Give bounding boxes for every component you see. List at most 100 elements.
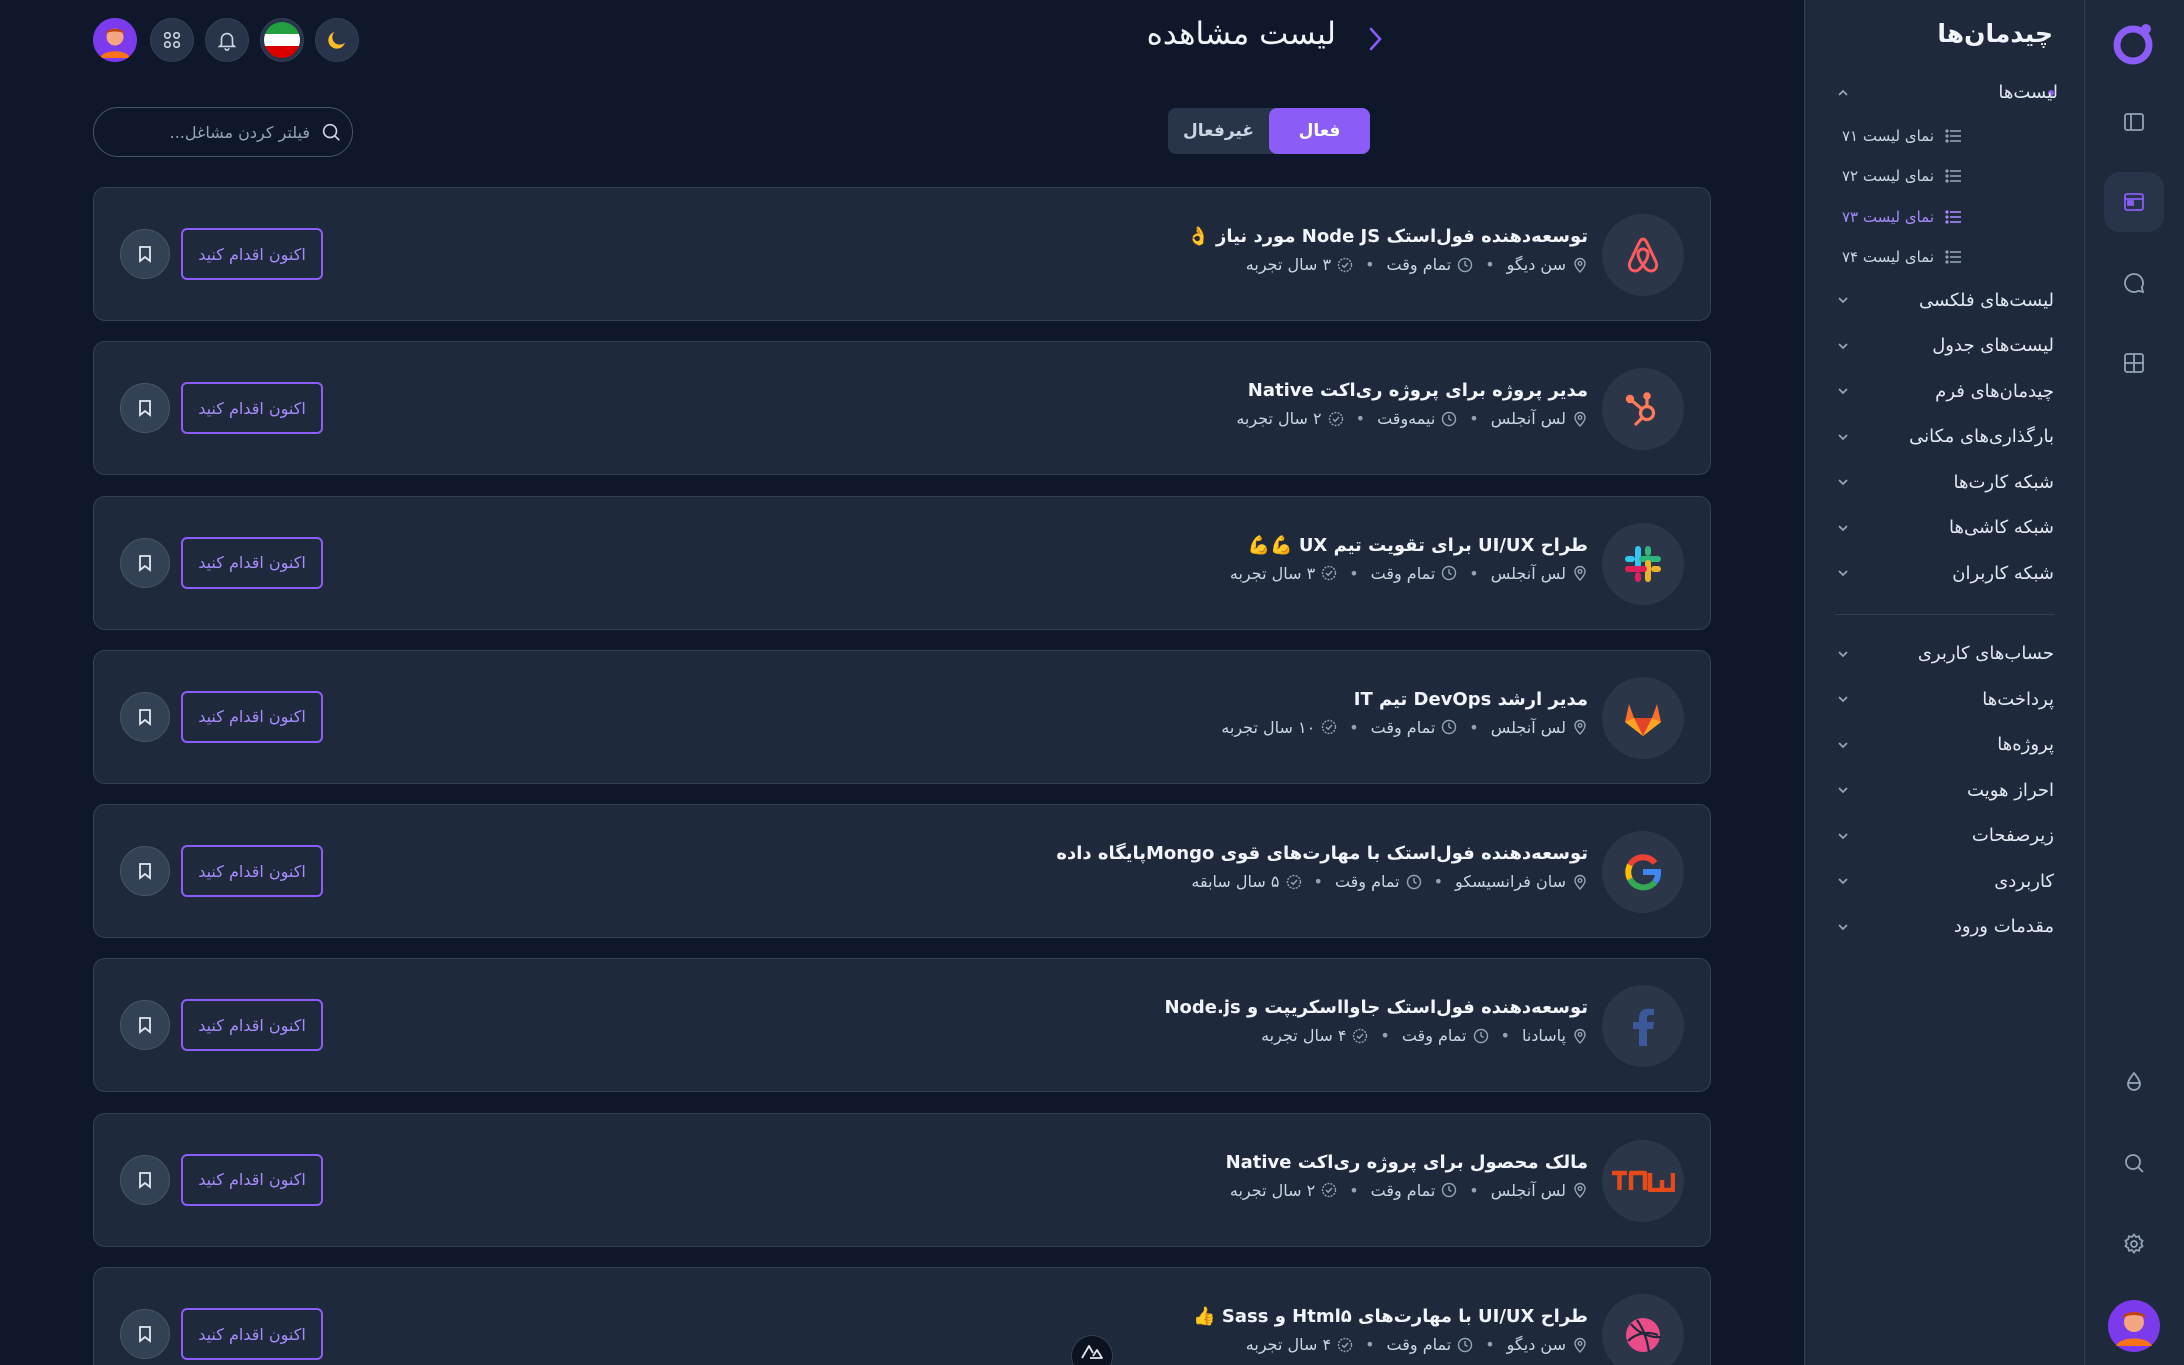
job-title[interactable]: توسعه‌دهنده فول‌استک با مهارت‌های قوی Mo…: [1056, 843, 1588, 864]
chat-icon[interactable]: [2104, 253, 2164, 313]
apply-now-button[interactable]: اکنون اقدام کنید: [181, 536, 323, 589]
sidebar-item-subpages[interactable]: زیرصفحات: [1835, 813, 2054, 859]
meta-separator: •: [1500, 1026, 1510, 1046]
bookmark-button[interactable]: [120, 846, 170, 897]
sidebar-item-onboarding[interactable]: مقدمات ورود: [1835, 904, 2054, 950]
settings-gear-icon[interactable]: [2104, 1214, 2164, 1274]
language-flag-button[interactable]: [260, 18, 304, 62]
apply-now-button[interactable]: اکنون اقدام کنید: [181, 999, 323, 1052]
apply-now-button[interactable]: اکنون اقدام کنید: [181, 1308, 323, 1361]
sidebar-item-card-grid[interactable]: شبکه کارت‌ها: [1835, 460, 2054, 506]
chevron-down-icon: [1838, 479, 1848, 486]
icon-rail: [2084, 0, 2184, 1365]
sidebar-subitem-list-73[interactable]: نمای لیست ۷۳: [1835, 197, 2054, 238]
sidebar-item-utility[interactable]: کاربردی: [1835, 859, 2054, 905]
bookmark-button[interactable]: [120, 1309, 170, 1360]
app-logo-icon[interactable]: [2110, 20, 2156, 70]
sidebar-item-auth[interactable]: احراز هویت: [1835, 768, 2054, 814]
bookmark-button[interactable]: [120, 537, 170, 588]
sidebar-toggle-icon[interactable]: [2104, 92, 2164, 152]
sidebar-item-lists[interactable]: لیست‌ها: [1835, 70, 2058, 116]
list-icon: [1945, 210, 1961, 224]
job-title[interactable]: مالک محصول برای پروژه ری‌اکت Native: [1226, 1152, 1588, 1173]
tab-active[interactable]: فعال: [1269, 108, 1370, 154]
sidebar-item-label: پروژه‌ها: [1997, 734, 2054, 756]
apply-now-button[interactable]: اکنون اقدام کنید: [181, 382, 323, 435]
sidebar-subitem-list-74[interactable]: نمای لیست ۷۴: [1835, 237, 2054, 278]
search-input[interactable]: [120, 122, 310, 142]
sidebar-item-tile-grid[interactable]: شبکه کاشی‌ها: [1835, 505, 2054, 551]
job-title[interactable]: طراح UI/UX با مهارت‌های Html۵ و Sass 👍: [1193, 1306, 1588, 1327]
sidebar-item-table-lists[interactable]: لیست‌های جدول: [1835, 323, 2054, 369]
location-pin-icon: [1574, 257, 1586, 273]
sidebar-item-projects[interactable]: پروژه‌ها: [1835, 722, 2054, 768]
job-type: نیمه‌وقت: [1377, 409, 1436, 429]
bookmark-icon: [139, 863, 151, 881]
check-badge-icon: [1337, 1337, 1353, 1352]
job-title[interactable]: مدیر ارشد DevOps تیم IT: [1354, 689, 1588, 710]
chevron-back-icon[interactable]: [1364, 24, 1386, 58]
check-badge-icon: [1353, 1028, 1368, 1044]
bookmark-button[interactable]: [120, 691, 170, 742]
job-type: تمام وقت: [1370, 1180, 1436, 1200]
user-avatar[interactable]: [93, 18, 137, 62]
layouts-icon[interactable]: [2104, 172, 2164, 232]
job-title[interactable]: طراح UI/UX برای تقویت تیم UX 💪💪: [1248, 535, 1588, 556]
apps-button[interactable]: [150, 18, 194, 62]
job-title[interactable]: مدیر پروژه برای پروژه ری‌اکت Native: [1248, 380, 1588, 401]
chevron-down-icon: [1838, 343, 1848, 350]
meta-separator: •: [1380, 1026, 1390, 1046]
sidebar-item-placeholders[interactable]: بارگذاری‌های مکانی: [1835, 414, 2054, 460]
apply-now-button[interactable]: اکنون اقدام کنید: [181, 845, 323, 898]
job-card: مالک محصول برای پروژه ری‌اکت Native لس آ…: [93, 1112, 1711, 1247]
bookmark-icon: [139, 1326, 151, 1343]
sidebar-item-payments[interactable]: پرداخت‌ها: [1835, 677, 2054, 723]
check-badge-icon: [1286, 874, 1301, 889]
job-card: توسعه‌دهنده فول‌استک جاوااسکریپت و Node.…: [93, 958, 1711, 1093]
meta-separator: •: [1313, 872, 1323, 892]
bookmark-button[interactable]: [120, 1000, 170, 1051]
drop-icon[interactable]: [2104, 1052, 2164, 1112]
apply-now-button[interactable]: اکنون اقدام کنید: [181, 228, 323, 280]
job-experience: ۴ سال تجربه: [1245, 1335, 1332, 1355]
sidebar-subitem-list-71[interactable]: نمای لیست ۷۱: [1835, 116, 2054, 157]
sidebar-item-form-layouts[interactable]: چیدمان‌های فرم: [1835, 369, 2054, 415]
sidebar-item-flex-lists[interactable]: لیست‌های فلکسی: [1835, 278, 2054, 324]
clock-icon: [1473, 1028, 1488, 1044]
sidebar: چیدمان‌ها لیست‌ها نمای لیست ۷۱ نمای لیست…: [1804, 0, 2084, 1365]
job-title[interactable]: توسعه‌دهنده فول‌استک جاوااسکریپت و Node.…: [1164, 997, 1588, 1018]
list-icon: [1945, 169, 1961, 183]
bookmark-button[interactable]: [120, 1154, 170, 1205]
job-type: تمام وقت: [1370, 717, 1436, 737]
apply-now-button[interactable]: اکنون اقدام کنید: [181, 690, 323, 743]
chevron-down-icon: [1838, 651, 1848, 658]
meta-separator: •: [1469, 1180, 1479, 1200]
tab-inactive[interactable]: غیرفعال: [1168, 108, 1269, 154]
sidebar-item-user-grid[interactable]: شبکه کاربران: [1835, 551, 2054, 597]
apply-now-button[interactable]: اکنون اقدام کنید: [181, 1153, 323, 1206]
job-title[interactable]: توسعه‌دهنده فول‌استک Node JS مورد نیاز 👌: [1187, 226, 1588, 247]
job-card: مدیر ارشد DevOps تیم IT لس آنجلس • تمام …: [93, 649, 1711, 784]
main-content: لیست مشاهده فعال غیرفعال فیلتر کردن مشاغ…: [0, 0, 1804, 1365]
dark-mode-toggle[interactable]: [315, 18, 359, 62]
sidebar-menu: لیست‌ها نمای لیست ۷۱ نمای لیست ۷۲ نمای ل…: [1835, 70, 2058, 950]
user-avatar-rail[interactable]: [2104, 1296, 2164, 1356]
meta-separator: •: [1349, 563, 1359, 583]
job-experience: ۲ سال تجربه: [1229, 1180, 1316, 1200]
gitlab-logo-icon: [1602, 676, 1684, 759]
bookmark-button[interactable]: [120, 383, 170, 434]
job-type: تمام وقت: [1386, 1335, 1452, 1355]
location-pin-icon: [1574, 874, 1586, 890]
sidebar-subitem-list-72[interactable]: نمای لیست ۷۲: [1835, 156, 2054, 197]
job-experience: ۲ سال تجربه: [1236, 409, 1322, 429]
grid-icon[interactable]: [2104, 333, 2164, 393]
chevron-down-icon: [1838, 924, 1848, 931]
search-icon[interactable]: [2104, 1133, 2164, 1193]
bookmark-icon: [139, 554, 151, 572]
sidebar-item-label: پرداخت‌ها: [1982, 688, 2054, 710]
sidebar-item-accounts[interactable]: حساب‌های کاربری: [1835, 631, 2054, 677]
bookmark-button[interactable]: [120, 229, 170, 279]
sidebar-item-label: شبکه کاربران: [1952, 562, 2054, 584]
meta-separator: •: [1433, 872, 1444, 892]
notifications-button[interactable]: [205, 18, 249, 62]
